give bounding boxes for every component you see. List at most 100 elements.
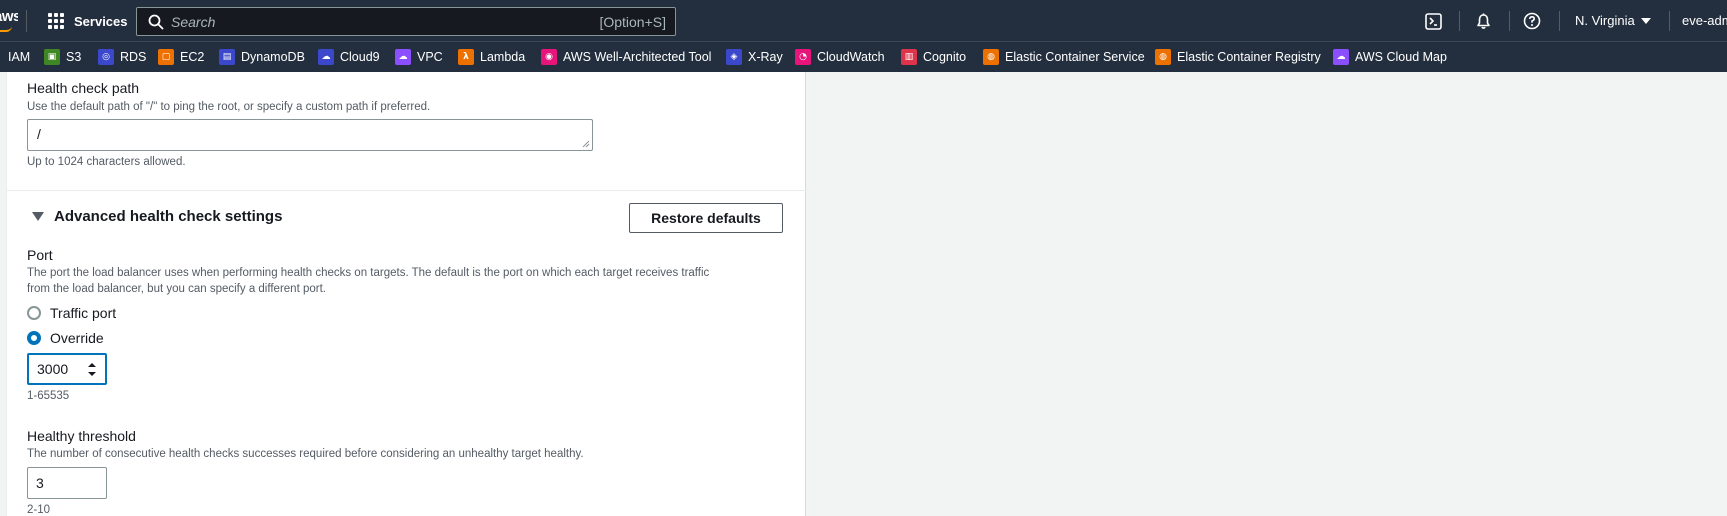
favorites-bar: IAM ▣ S3 ◎ RDS ▢ EC2 ▤ DynamoDB ☁ Cloud9… <box>0 41 1727 72</box>
region-label: N. Virginia <box>1575 13 1635 28</box>
dynamodb-icon: ▤ <box>219 49 235 65</box>
favorite-ec2[interactable]: ▢ EC2 <box>158 47 204 67</box>
favorite-dynamodb[interactable]: ▤ DynamoDB <box>219 47 305 67</box>
favorite-cloud-map[interactable]: ☁ AWS Cloud Map <box>1333 47 1447 67</box>
radio-button-selected[interactable] <box>27 331 41 345</box>
healthy-threshold-label: Healthy threshold <box>27 428 136 444</box>
health-check-path-constraint: Up to 1024 characters allowed. <box>27 156 186 168</box>
ecr-icon: ◍ <box>1155 49 1171 65</box>
health-check-path-label: Health check path <box>27 80 140 96</box>
nav-divider <box>1459 11 1460 31</box>
favorite-label: S3 <box>66 50 82 64</box>
lambda-icon: λ <box>458 49 474 65</box>
section-divider <box>7 190 807 191</box>
radio-override-label: Override <box>50 330 104 346</box>
favorite-well-architected[interactable]: ◉ AWS Well-Architected Tool <box>541 47 711 67</box>
cloud9-icon: ☁ <box>318 49 334 65</box>
favorite-label: IAM <box>8 50 31 64</box>
healthy-threshold-value: 3 <box>36 475 44 491</box>
favorite-iam[interactable]: IAM <box>0 47 30 67</box>
advanced-settings-title: Advanced health check settings <box>54 208 283 225</box>
cognito-icon: ▥ <box>901 49 917 65</box>
favorite-lambda[interactable]: λ Lambda <box>458 47 525 67</box>
aws-logo[interactable]: aws <box>0 8 18 36</box>
favorite-xray[interactable]: ◈ X-Ray <box>726 47 783 67</box>
iam-icon <box>0 49 2 65</box>
spin-up-icon[interactable] <box>88 363 96 367</box>
healthy-threshold-description: The number of consecutive health checks … <box>27 448 584 460</box>
favorite-label: DynamoDB <box>241 50 305 64</box>
help-icon <box>1523 12 1541 30</box>
ec2-icon: ▢ <box>158 49 174 65</box>
cloudshell-icon <box>1424 12 1442 30</box>
radio-button[interactable] <box>27 306 41 320</box>
favorite-cognito[interactable]: ▥ Cognito <box>901 47 966 67</box>
favorite-label: Elastic Container Registry <box>1177 50 1321 64</box>
favorite-label: CloudWatch <box>817 50 885 64</box>
favorite-vpc[interactable]: ☁ VPC <box>395 47 443 67</box>
grid-menu-icon <box>48 12 65 30</box>
favorite-cloudwatch[interactable]: ◔ CloudWatch <box>795 47 885 67</box>
number-spinner[interactable] <box>88 363 96 376</box>
favorite-label: Cloud9 <box>340 50 380 64</box>
region-selector[interactable]: N. Virginia <box>1575 13 1651 28</box>
advanced-settings-toggle[interactable]: Advanced health check settings <box>32 208 282 225</box>
search-bar[interactable]: [Option+S] <box>136 7 676 36</box>
rds-icon: ◎ <box>98 49 114 65</box>
aws-smile-mark <box>0 26 12 32</box>
port-description-line-2: from the load balancer, but you can spec… <box>27 283 326 295</box>
health-check-path-description: Use the default path of "/" to ping the … <box>27 101 431 113</box>
port-number-input[interactable]: 3000 <box>27 353 107 385</box>
radio-traffic-port-label: Traffic port <box>50 305 117 321</box>
well-architected-icon: ◉ <box>541 49 557 65</box>
top-navigation: aws Services [Option+S] <box>0 0 1727 41</box>
radio-override[interactable]: Override <box>27 330 104 346</box>
favorite-s3[interactable]: ▣ S3 <box>44 47 81 67</box>
search-input[interactable] <box>171 11 571 32</box>
help-button[interactable] <box>1521 10 1543 32</box>
favorite-label: AWS Well-Architected Tool <box>563 50 712 64</box>
services-menu-button[interactable]: Services <box>48 9 128 33</box>
vpc-icon: ☁ <box>395 49 411 65</box>
notifications-button[interactable] <box>1472 10 1494 32</box>
search-icon <box>148 14 164 30</box>
favorite-cloud9[interactable]: ☁ Cloud9 <box>318 47 380 67</box>
favorite-label: Lambda <box>480 50 526 64</box>
xray-icon: ◈ <box>726 49 742 65</box>
favorite-ecr[interactable]: ◍ Elastic Container Registry <box>1155 47 1321 67</box>
cloud-map-icon: ☁ <box>1333 49 1349 65</box>
nav-divider <box>1559 11 1560 31</box>
port-description-line-1: The port the load balancer uses when per… <box>27 267 710 279</box>
health-check-path-input[interactable] <box>28 120 592 150</box>
favorite-label: VPC <box>417 50 443 64</box>
account-menu[interactable]: eve-adm <box>1682 13 1727 28</box>
caret-down-icon <box>32 212 44 221</box>
favorite-label: RDS <box>120 50 147 64</box>
favorite-label: EC2 <box>180 50 205 64</box>
resize-handle-icon[interactable] <box>582 140 590 148</box>
nav-divider <box>1669 11 1670 31</box>
healthy-threshold-input[interactable]: 3 <box>27 467 107 499</box>
caret-down-icon <box>1640 17 1651 24</box>
favorite-rds[interactable]: ◎ RDS <box>98 47 146 67</box>
health-check-path-field[interactable] <box>27 119 593 151</box>
nav-divider <box>26 10 27 32</box>
favorite-label: AWS Cloud Map <box>1355 50 1447 64</box>
favorite-label: X-Ray <box>748 50 783 64</box>
radio-traffic-port[interactable]: Traffic port <box>27 305 116 321</box>
health-check-form-panel: Health check path Use the default path o… <box>6 72 807 516</box>
healthy-threshold-constraint: 2-10 <box>27 504 51 516</box>
port-label: Port <box>27 247 53 263</box>
spin-down-icon[interactable] <box>88 372 96 376</box>
cloudwatch-icon: ◔ <box>795 49 811 65</box>
search-shortcut-hint: [Option+S] <box>599 14 666 30</box>
favorite-ecs[interactable]: ◍ Elastic Container Service <box>983 47 1145 67</box>
favorite-label: Elastic Container Service <box>1005 50 1145 64</box>
s3-icon: ▣ <box>44 49 60 65</box>
cloudshell-button[interactable] <box>1422 10 1444 32</box>
ecs-icon: ◍ <box>983 49 999 65</box>
favorite-label: Cognito <box>923 50 967 64</box>
aws-logo-text: aws <box>0 8 18 25</box>
restore-defaults-button[interactable]: Restore defaults <box>629 203 783 233</box>
port-constraint: 1-65535 <box>27 390 70 402</box>
